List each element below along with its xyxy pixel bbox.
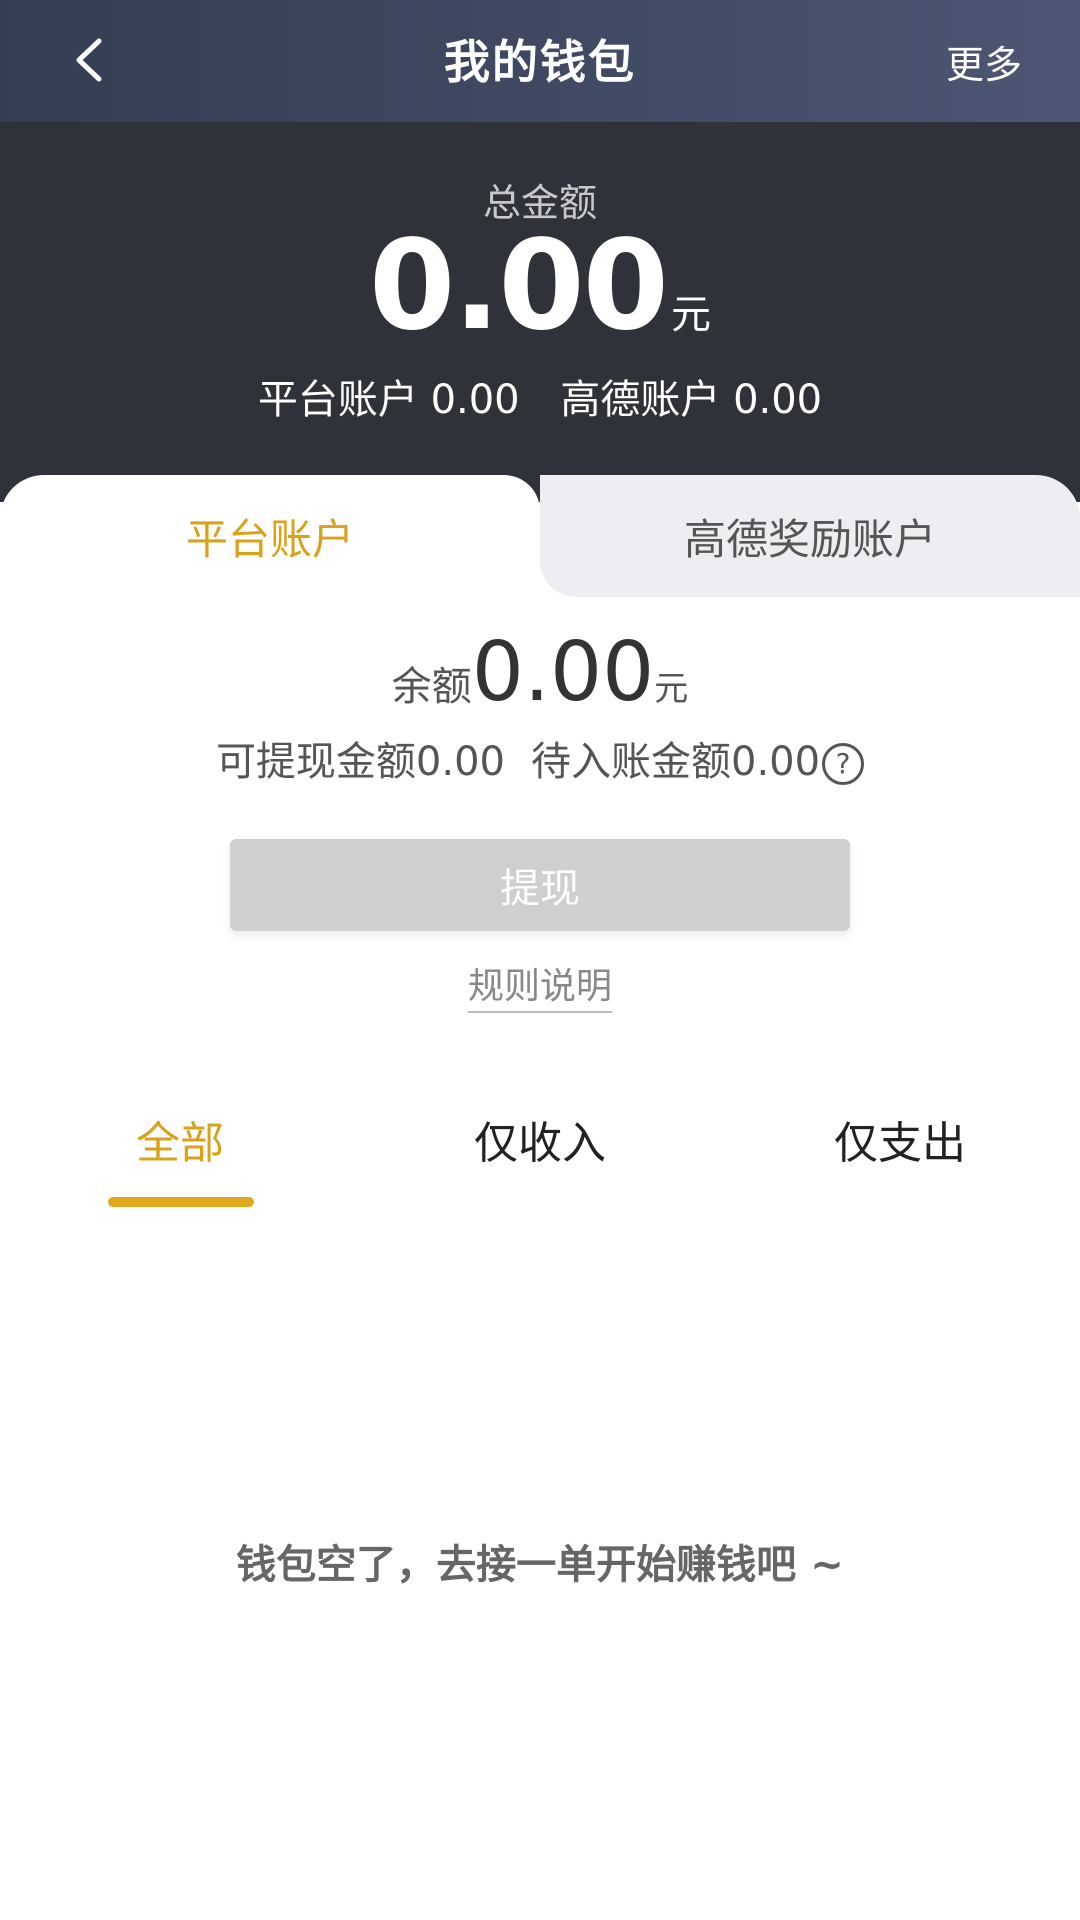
page-title: 我的钱包 xyxy=(444,35,636,89)
empty-state-message: 钱包空了，去接一单开始赚钱吧 ~ xyxy=(236,1542,844,1588)
pending-amount: 待入账金额0.00 xyxy=(531,739,821,785)
total-amount-row: 0.00 元 xyxy=(0,214,1080,358)
total-amount-value: 0.00 xyxy=(369,214,669,358)
balance-label: 余额 xyxy=(391,664,472,710)
account-detail: 余额0.00元 可提现金额0.00 待入账金额0.00? 提现 规则说明 全部 仅… xyxy=(0,597,1080,1920)
tab-all[interactable]: 全部 xyxy=(80,1089,280,1189)
wallet-summary: 总金额 0.00 元 平台账户 0.00 高德账户 0.00 xyxy=(0,122,1080,502)
tab-platform-account-label: 平台账户 xyxy=(185,514,354,564)
question-circle-icon[interactable]: ? xyxy=(822,743,865,785)
rules-link-row: 规则说明 xyxy=(0,957,1080,1013)
more-button[interactable]: 更多 xyxy=(946,34,1022,89)
account-tabs: 高德奖励账户 平台账户 xyxy=(0,475,1080,597)
platform-account-balance: 平台账户 0.00 xyxy=(257,377,520,423)
gaode-account-balance: 高德账户 0.00 xyxy=(560,377,823,423)
transaction-filter-tabs: 全部 仅收入 仅支出 xyxy=(0,1089,1080,1209)
tab-gaode-reward-account[interactable]: 高德奖励账户 xyxy=(540,475,1080,597)
withdrawable-amount: 可提现金额0.00 xyxy=(215,739,505,785)
tab-gaode-reward-account-label: 高德奖励账户 xyxy=(683,514,936,564)
tab-platform-account[interactable]: 平台账户 xyxy=(0,475,540,597)
tab-income-only[interactable]: 仅收入 xyxy=(440,1089,640,1189)
withdraw-button[interactable]: 提现 xyxy=(230,839,850,931)
total-amount-unit: 元 xyxy=(670,292,711,338)
active-tab-indicator xyxy=(108,1197,254,1207)
rules-link[interactable]: 规则说明 xyxy=(467,966,612,1013)
sub-account-balances: 平台账户 0.00 高德账户 0.00 xyxy=(0,367,1080,425)
balance-amount: 0.00 xyxy=(471,625,655,720)
nav-bar: 我的钱包 更多 xyxy=(0,0,1080,122)
balance-details: 可提现金额0.00 待入账金额0.00? xyxy=(0,729,1080,787)
balance-unit: 元 xyxy=(654,669,689,709)
tab-expense-only[interactable]: 仅支出 xyxy=(800,1089,1000,1189)
wallet-page: 我的钱包 更多 总金额 0.00 元 平台账户 0.00 高德账户 0.00 高德… xyxy=(0,0,1080,1920)
balance-row: 余额0.00元 xyxy=(0,625,1080,720)
